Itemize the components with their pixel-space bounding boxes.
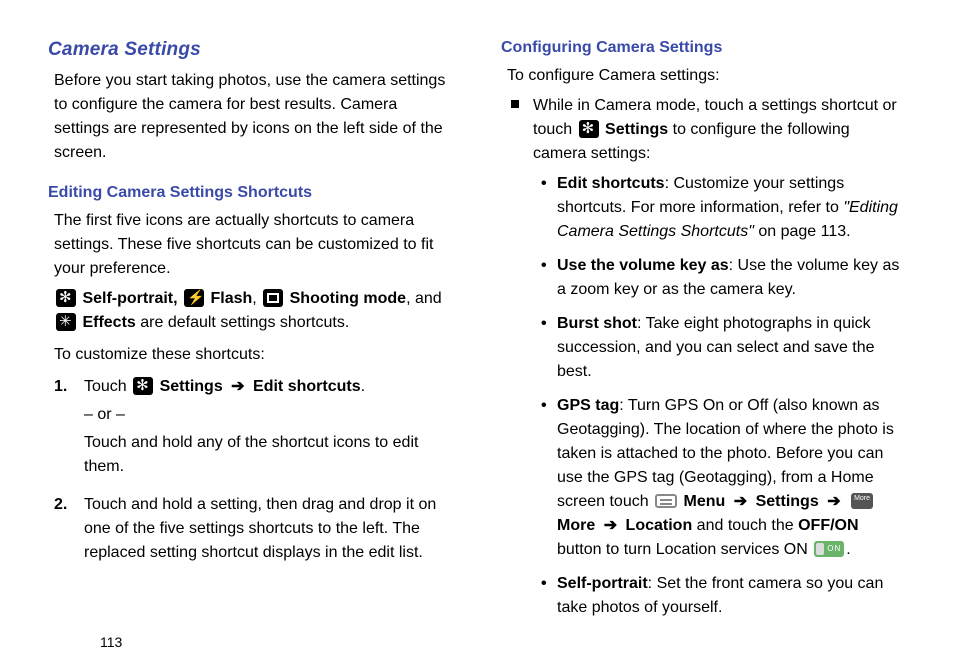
step1-or: – or –: [84, 403, 453, 427]
settings-icon: [133, 377, 153, 395]
shooting-mode-icon: [263, 289, 283, 307]
configuring-lead: To configure Camera settings:: [507, 64, 906, 88]
label-volume-key: Use the volume key as: [557, 257, 729, 274]
page-number: 113: [100, 634, 122, 650]
square-settings-label: Settings: [605, 121, 668, 138]
text-shortcuts-tail: are default settings shortcuts.: [136, 314, 349, 331]
label-burst-shot: Burst shot: [557, 315, 637, 332]
label-self-portrait-setting: Self-portrait: [557, 575, 648, 592]
arrow-icon: ➔: [734, 493, 752, 510]
settings-bullets: Edit shortcuts: Customize your settings …: [539, 172, 906, 620]
label-more: More: [557, 517, 595, 534]
step1-touch: Touch: [84, 378, 131, 395]
step1-hold: Touch and hold any of the shortcut icons…: [84, 431, 453, 479]
intro-paragraph: Before you start taking photos, use the …: [54, 69, 453, 165]
default-shortcuts-line: Self-portrait, Flash, Shooting mode, and…: [54, 287, 453, 335]
label-menu: Menu: [684, 493, 726, 510]
subsection-editing-shortcuts: Editing Camera Settings Shortcuts: [48, 181, 453, 205]
label-location: Location: [626, 517, 693, 534]
bullet-gps-tag: GPS tag: Turn GPS On or Off (also known …: [553, 394, 906, 562]
square-item: While in Camera mode, touch a settings s…: [533, 94, 906, 620]
left-column: Camera Settings Before you start taking …: [48, 36, 453, 630]
step-2: Touch and hold a setting, then drag and …: [84, 493, 453, 565]
label-settings: Settings: [756, 493, 819, 510]
square-list: While in Camera mode, touch a settings s…: [507, 94, 906, 620]
manual-page: Camera Settings Before you start taking …: [0, 0, 954, 640]
self-portrait-icon: [56, 289, 76, 307]
label-effects: Effects: [82, 314, 135, 331]
effects-icon: [56, 313, 76, 331]
label-off-on: OFF/ON: [798, 517, 858, 534]
steps-list: Touch Settings ➔ Edit shortcuts. – or – …: [54, 375, 453, 565]
bullet-self-portrait: Self-portrait: Set the front camera so y…: [553, 572, 906, 620]
bullet-burst-shot: Burst shot: Take eight photographs in qu…: [553, 312, 906, 384]
bullet-edit-shortcuts: Edit shortcuts: Customize your settings …: [553, 172, 906, 244]
arrow-icon: ➔: [231, 378, 249, 395]
label-shooting-mode: Shooting mode: [290, 290, 406, 307]
more-icon: [851, 493, 873, 509]
text-and: , and: [406, 290, 442, 307]
step-1: Touch Settings ➔ Edit shortcuts. – or – …: [84, 375, 453, 479]
menu-icon: [655, 494, 677, 508]
subsection-configuring: Configuring Camera Settings: [501, 36, 906, 60]
step1-edit-shortcuts-label: Edit shortcuts: [253, 378, 361, 395]
label-self-portrait: Self-portrait,: [82, 290, 177, 307]
label-flash: Flash: [210, 290, 252, 307]
settings-icon: [579, 120, 599, 138]
on-toggle-icon: [814, 541, 844, 557]
right-column: Configuring Camera Settings To configure…: [501, 36, 906, 630]
label-gps-tag: GPS tag: [557, 397, 619, 414]
section-title: Camera Settings: [48, 36, 453, 65]
arrow-icon: ➔: [827, 493, 845, 510]
flash-icon: [184, 289, 204, 307]
editing-shortcuts-paragraph: The first five icons are actually shortc…: [54, 209, 453, 281]
customize-lead: To customize these shortcuts:: [54, 343, 453, 367]
arrow-icon: ➔: [604, 517, 622, 534]
bullet-volume-key: Use the volume key as: Use the volume ke…: [553, 254, 906, 302]
step1-settings-label: Settings: [160, 378, 223, 395]
label-edit-shortcuts: Edit shortcuts: [557, 175, 665, 192]
